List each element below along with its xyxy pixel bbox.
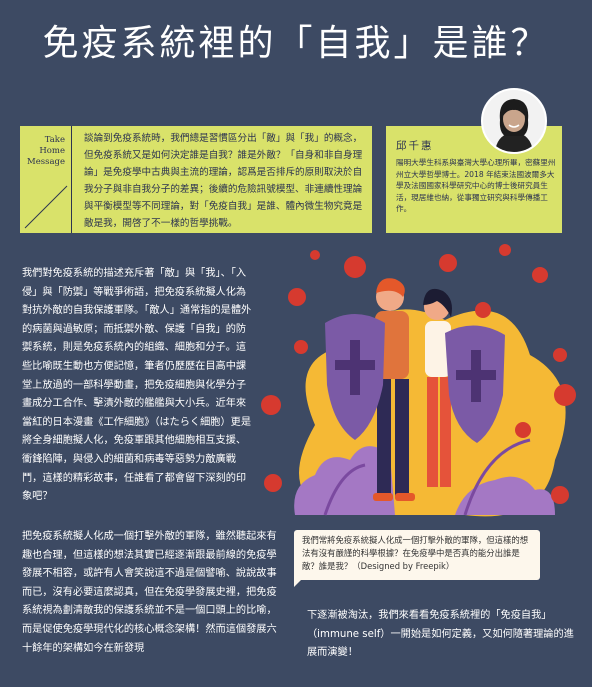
author-portrait-icon [483, 90, 545, 152]
take-home-word-3: Message [27, 157, 65, 167]
body-paragraph-3: 下逐漸被淘汰，我們來看看免疫系統裡的「免疫自我」（immune self）一開始… [307, 610, 574, 659]
take-home-message-box: Take Home Message 談論到免疫系統時，我們總是習慣區分出「敵」與… [20, 126, 372, 233]
intro-summary: 談論到免疫系統時，我們總是習慣區分出「敵」與「我」的概念，但免疫系統又是如何決定… [84, 133, 363, 229]
image-caption: 我們常將免疫系統擬人化成一個打擊外敵的軍隊，但這樣的想法有沒有嚴謹的科學根據？在… [294, 530, 540, 580]
page-title: 免疫系統裡的「自我」是誰？ [42, 23, 550, 64]
author-avatar [481, 88, 547, 154]
immune-defenders-illustration [261, 244, 576, 517]
author-bio: 陽明大學生科系與臺灣大學心理所畢，密蘇里州州立大學哲學博士。2018 年結束法國… [396, 158, 556, 213]
take-home-word-2: Home [39, 146, 65, 156]
diagonal-line-decoration [24, 185, 68, 229]
body-paragraph-1: 我們對免疫系統的描述充斥著「敵」與「我」、「入侵」與「防禦」等戰爭術語，把免疫系… [22, 268, 252, 503]
author-name: 邱千惠 [396, 140, 434, 152]
body-paragraph-2: 把免疫系統擬人化成一個打擊外敵的軍隊，雖然聽起來有趣也合理，但這樣的想法其實已經… [22, 531, 277, 654]
caption-pointer [294, 577, 304, 587]
take-home-label: Take Home Message [20, 126, 72, 233]
take-home-word-1: Take [44, 135, 65, 145]
